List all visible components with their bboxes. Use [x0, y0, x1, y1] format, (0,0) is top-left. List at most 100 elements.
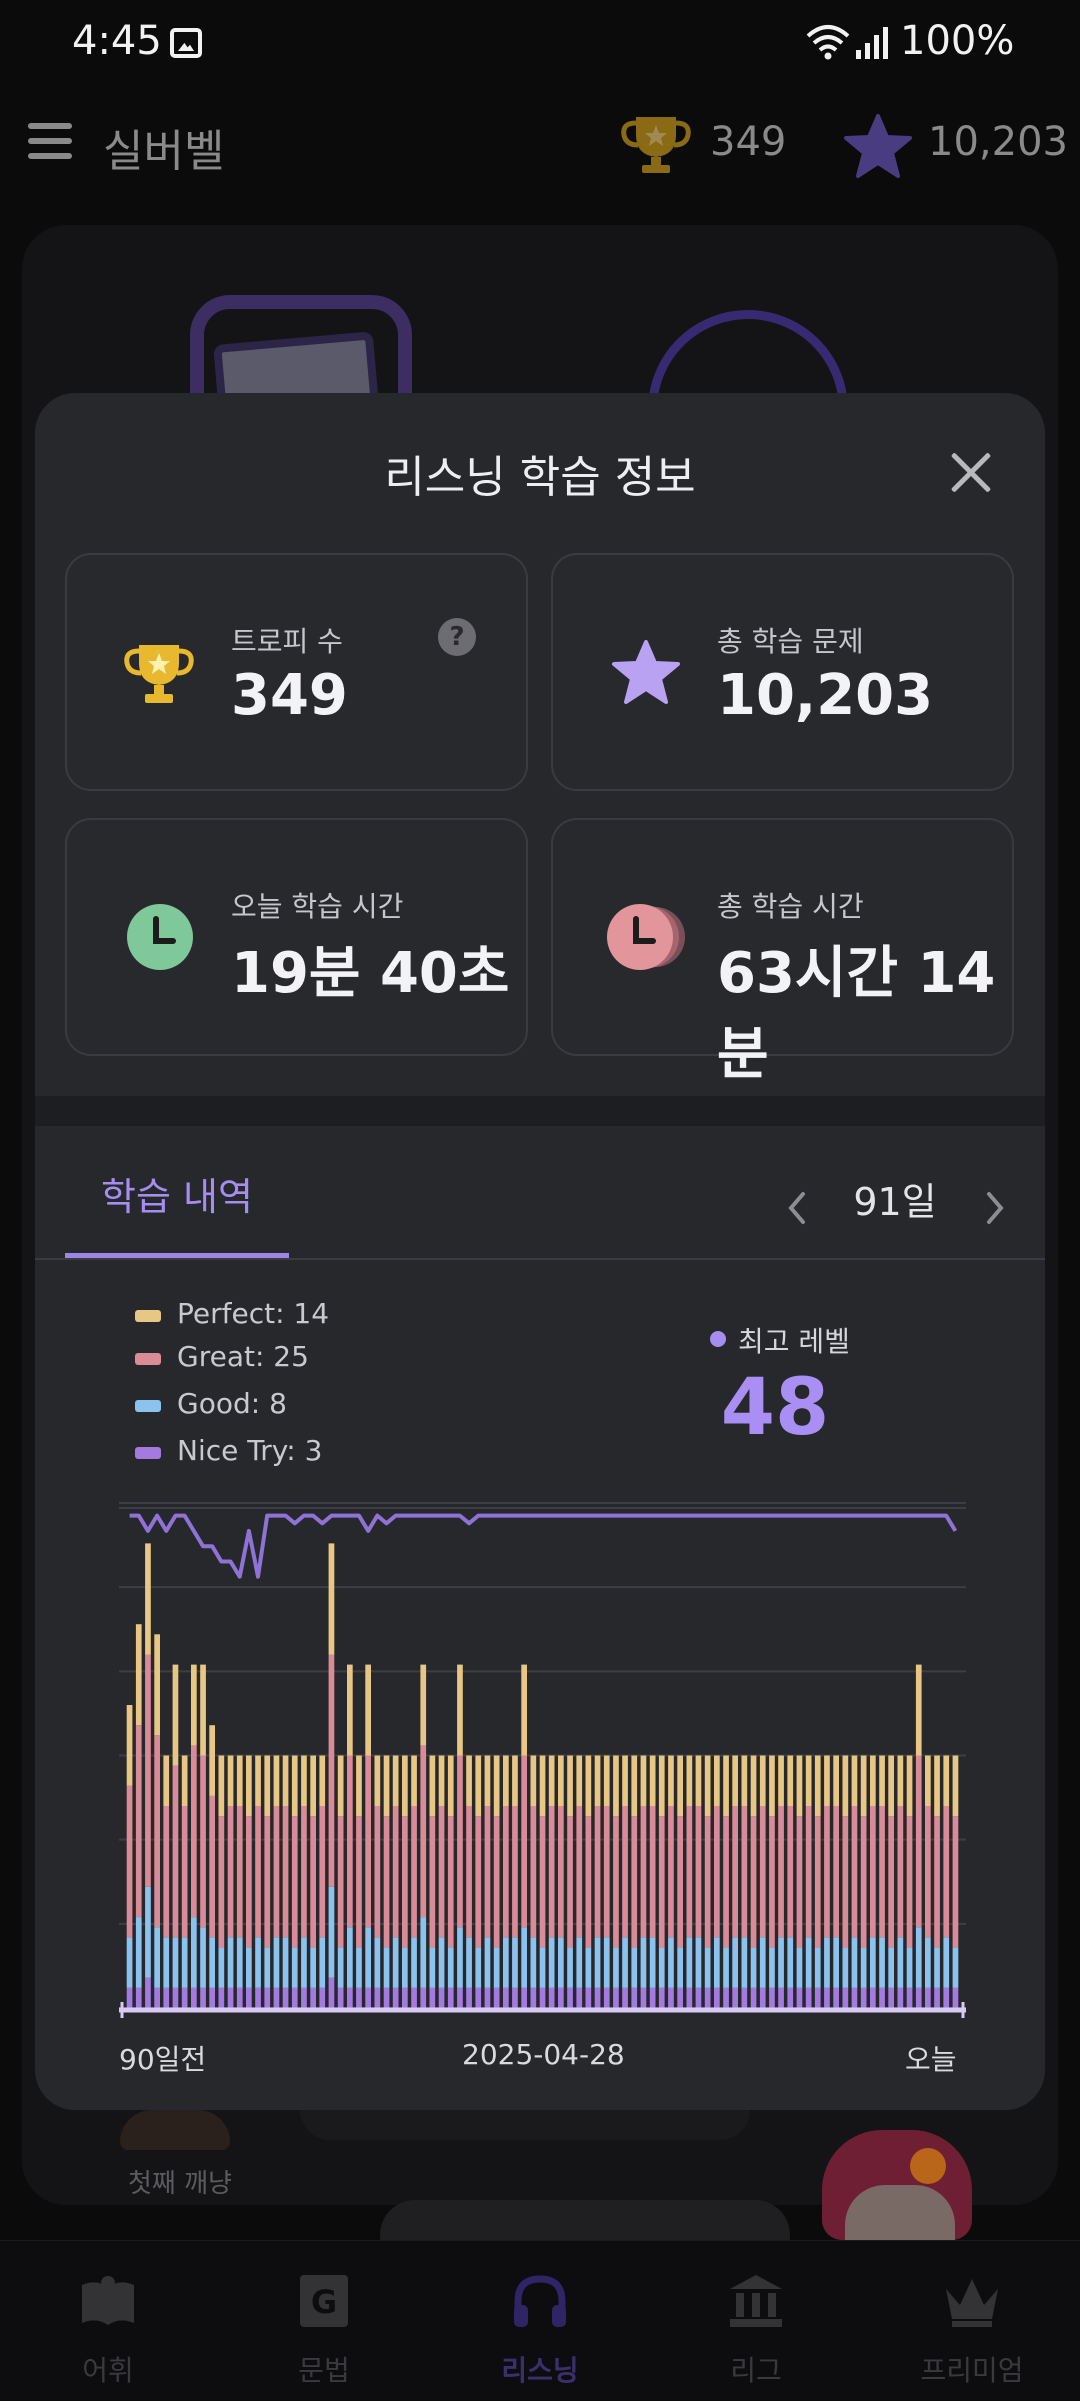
chart-bar-segment — [897, 1987, 904, 2008]
signal-icon — [856, 27, 888, 59]
chart-bar-segment — [135, 1624, 142, 1726]
chart-bar-segment — [236, 1755, 243, 1806]
chart-bar-segment — [172, 1987, 179, 2008]
chart-bar-segment — [613, 1947, 619, 1988]
chart-bar-segment — [567, 1987, 573, 2008]
nav-listening[interactable]: 리스닝 — [450, 2241, 630, 2401]
chart-bar-segment — [392, 1937, 399, 1988]
stat-value: 63시간 14분 — [717, 941, 996, 1087]
chart-bar-segment — [209, 1725, 215, 1796]
nav-league[interactable]: 리그 — [666, 2241, 846, 2401]
best-level-label: 최고 레벨 — [738, 1325, 850, 1358]
trophy-icon — [621, 117, 691, 173]
chart-bar-segment — [759, 1755, 766, 1806]
chart-bar-segment — [952, 1816, 959, 1948]
chart-bar-segment — [824, 1755, 830, 1806]
chart-bar-segment — [310, 1987, 316, 2008]
nav-label: 어휘 — [82, 2354, 134, 2387]
chart-bar-segment — [493, 1755, 500, 1817]
chart-bar-segment — [649, 1755, 656, 1806]
chart-bar-segment — [548, 1755, 555, 1806]
chart-bar-segment — [447, 1816, 454, 1948]
chevron-right-icon[interactable] — [975, 1178, 1015, 1238]
chart-bar-segment — [870, 1806, 876, 1938]
chart-bar-segment — [282, 1806, 289, 1938]
chart-bar-segment — [255, 1987, 261, 2008]
legend-text: Good: 8 — [177, 1387, 287, 1420]
nav-grammar[interactable]: G 문법 — [234, 2241, 414, 2401]
chart-bar-segment — [833, 1755, 839, 1806]
chart-bar-segment — [530, 1755, 537, 1806]
chart-bar-segment — [145, 1654, 151, 1887]
chart-bar-segment — [824, 1937, 830, 1988]
chart-bar-segment — [658, 1987, 665, 2008]
close-icon[interactable] — [943, 445, 999, 501]
chart-bar-segment — [539, 1987, 546, 2008]
chart-bar-segment — [649, 1987, 656, 2008]
chart-bar-segment — [484, 1755, 491, 1806]
chart-bar-segment — [750, 1987, 757, 2008]
chart-bar-segment — [227, 1987, 234, 2008]
chart-bar-segment — [337, 1947, 344, 1988]
nav-premium[interactable]: 프리미엄 — [882, 2241, 1062, 2401]
chevron-left-icon[interactable] — [777, 1178, 817, 1238]
help-icon[interactable]: ? — [438, 618, 476, 656]
chart-bar-segment — [310, 1947, 316, 1988]
chart-bar-segment — [402, 1947, 408, 1988]
chart-bar-segment — [411, 1755, 417, 1806]
chart-bar-segment — [943, 1755, 950, 1806]
menu-icon[interactable] — [28, 123, 72, 159]
book-icon — [82, 2276, 134, 2325]
chart-bar-segment — [512, 1987, 518, 2008]
chart-bar-segment — [704, 1987, 711, 2008]
status-time: 4:45 — [72, 18, 162, 64]
listening-info-modal: 리스닝 학습 정보 트로피 수 349 ? 총 학습 문제 10,203 오늘 … — [35, 393, 1045, 2110]
chart-bar-segment — [466, 1987, 472, 2008]
tab-separator — [35, 1258, 1045, 1260]
legend-swatch — [135, 1447, 161, 1459]
chart-bar-segment — [273, 1987, 280, 2008]
nav-vocab[interactable]: 어휘 — [18, 2241, 198, 2401]
chart-bar-segment — [365, 1987, 371, 2008]
chart-bar-segment — [732, 1755, 738, 1806]
chart-bar-segment — [943, 1987, 950, 2008]
chart-bar-segment — [411, 1806, 417, 1938]
chart-bar-segment — [347, 1664, 353, 1756]
chart-bar-segment — [805, 1755, 812, 1806]
chart-bar-segment — [503, 1937, 509, 1988]
gallery-notification-icon — [170, 28, 202, 58]
chart-bar-segment — [915, 1927, 922, 1988]
chart-bar-segment — [273, 1937, 280, 1988]
chart-bar-segment — [356, 1947, 362, 1988]
chart-bar-segment — [310, 1755, 316, 1817]
chart-bar-segment — [301, 1987, 307, 2008]
chart-bar-segment — [879, 1937, 885, 1988]
chart-bar-segment — [860, 1816, 867, 1948]
star-icon — [844, 114, 912, 178]
chart-bar-segment — [915, 1987, 922, 2008]
chart-bar-segment — [787, 1937, 794, 1988]
chart-bar-segment — [695, 1755, 702, 1806]
chart-bar-segment — [236, 1806, 243, 1938]
chart-bar-segment — [759, 1937, 766, 1988]
chart-bar-segment — [805, 1987, 812, 2008]
chart-bar-segment — [447, 1755, 454, 1817]
chart-bar-segment — [640, 1755, 647, 1806]
chart-bar-segment — [365, 1664, 371, 1756]
chart-bar-segment — [576, 1987, 583, 2008]
tab-history-label: 학습 내역 — [101, 1175, 253, 1219]
chart-bar-segment — [530, 1937, 537, 1988]
chart-bar-segment — [484, 1937, 491, 1988]
chart-bar-segment — [154, 1735, 160, 1928]
chart-bar-segment — [521, 1664, 527, 1756]
chart-bar-segment — [135, 1725, 142, 1918]
chart-bar-segment — [558, 1755, 564, 1806]
chart-bar-segment — [686, 1806, 693, 1938]
chart-bar-segment — [603, 1806, 610, 1938]
app-bar: 실버벨 349 10,203 — [0, 95, 1080, 195]
chart-bar-segment — [649, 1937, 656, 1988]
chart-bar-segment — [420, 1745, 427, 1918]
chart-bar-segment — [374, 1987, 381, 2008]
tab-history[interactable]: 학습 내역 — [65, 1148, 289, 1258]
chart-bar-segment — [631, 1816, 638, 1948]
